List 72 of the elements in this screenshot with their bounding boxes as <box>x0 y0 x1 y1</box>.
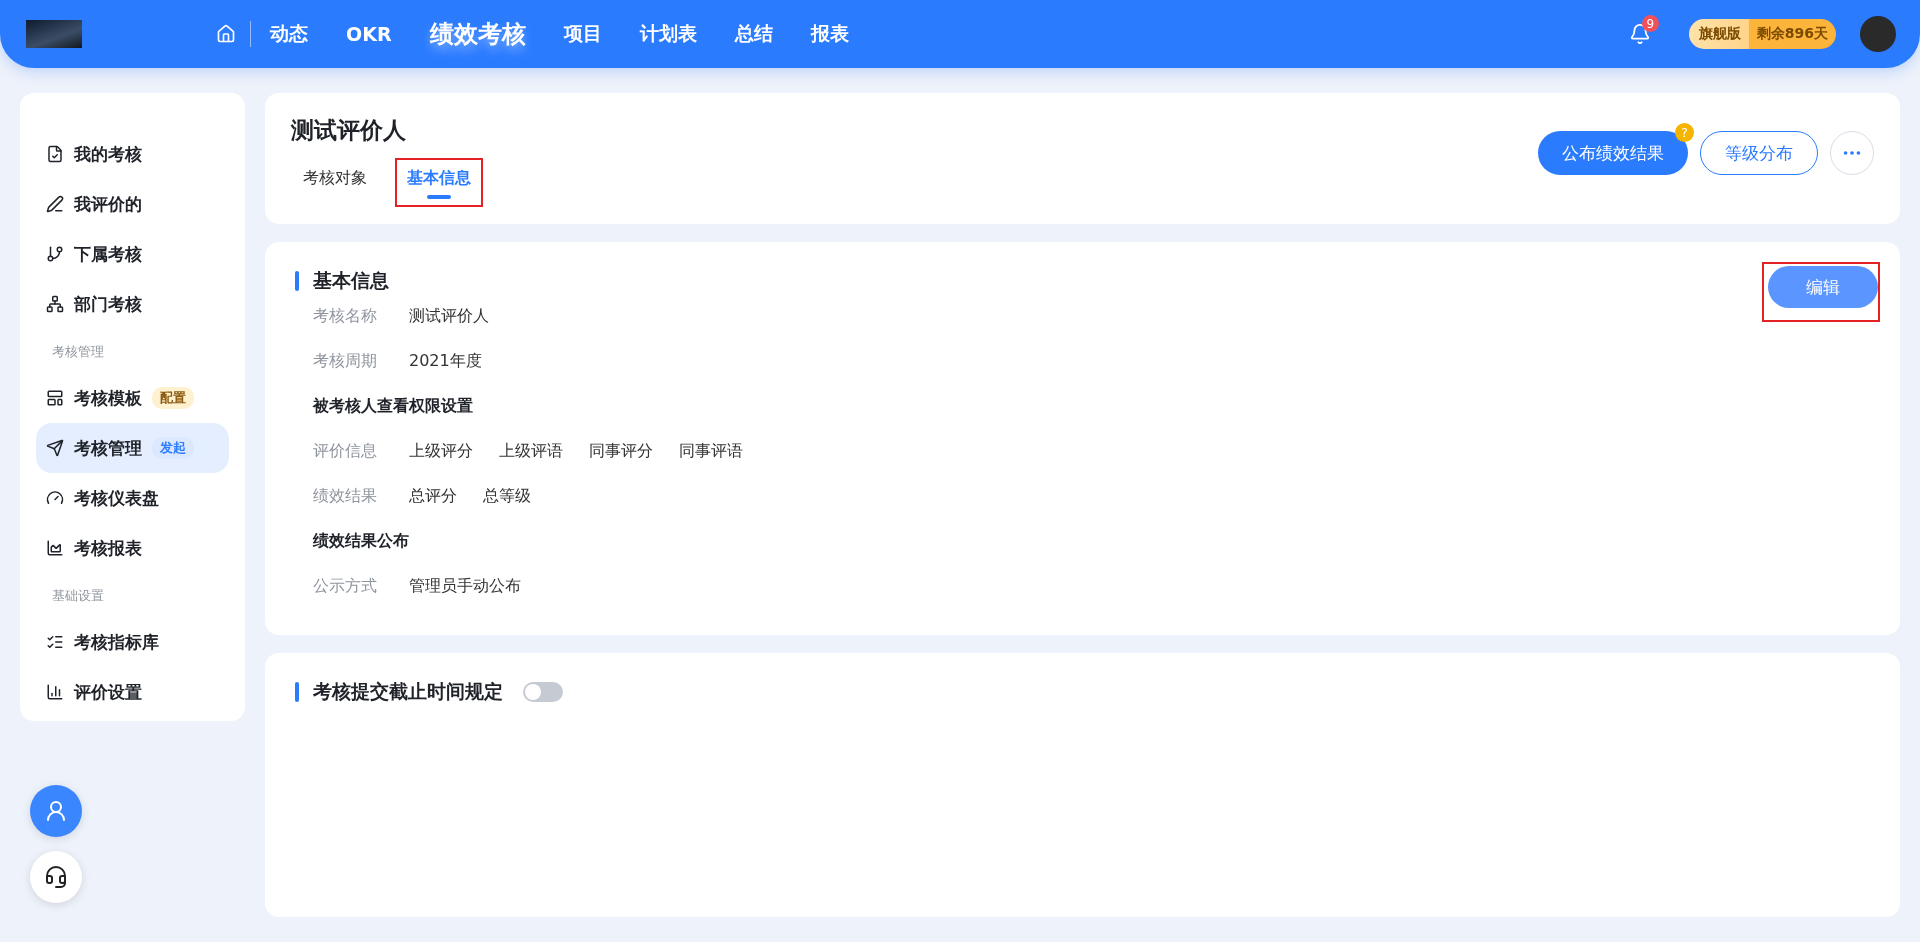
subsection-title: 绩效结果公布 <box>313 530 410 552</box>
sidebar-item-label: 我评价的 <box>74 192 142 216</box>
nav-item[interactable]: 计划表 <box>620 21 716 47</box>
headset-icon[interactable] <box>30 851 82 903</box>
user-icon[interactable] <box>30 785 82 837</box>
sidebar-item-label: 考核指标库 <box>74 630 159 654</box>
sidebar-item[interactable]: 我评价的 <box>36 179 229 229</box>
edition-label: 旗舰版 <box>1688 19 1749 49</box>
field-value: 同事评分 <box>589 441 653 462</box>
field-label: 考核周期 <box>313 351 378 372</box>
sidebar-item-label: 考核仪表盘 <box>74 486 159 510</box>
tag: 发起 <box>152 437 194 459</box>
bar-chart-icon <box>46 683 64 701</box>
sidebar-item[interactable]: 考核模板 配置 <box>36 373 229 423</box>
sidebar-item[interactable]: 考核仪表盘 <box>36 473 229 523</box>
field-value: 总等级 <box>483 486 531 507</box>
toggle-switch[interactable] <box>523 682 563 702</box>
nav-item[interactable]: 总结 <box>715 21 792 47</box>
avatar[interactable] <box>1860 16 1896 52</box>
sidebar-item[interactable]: 评价设置 <box>36 667 229 717</box>
sidebar-heading: 考核管理 <box>51 343 105 361</box>
home-icon[interactable] <box>216 21 251 47</box>
nav-item[interactable]: 绩效考核 <box>410 18 545 50</box>
sidebar-item[interactable]: 考核报表 <box>36 523 229 573</box>
sidebar-heading: 基础设置 <box>51 587 105 605</box>
sidebar-item-label: 下属考核 <box>74 242 142 266</box>
field-value: 总评分 <box>409 486 457 507</box>
field-label: 考核名称 <box>313 306 378 327</box>
field-value: 测试评价人 <box>409 306 489 327</box>
document-check-icon <box>46 145 64 163</box>
layout-icon <box>46 389 64 407</box>
tag: 配置 <box>152 387 194 409</box>
tab[interactable]: 基本信息 <box>407 168 471 205</box>
page-title: 测试评价人 <box>291 116 407 145</box>
help-badge: ? <box>1675 123 1694 142</box>
field-value: 管理员手动公布 <box>409 576 521 597</box>
field-label: 评价信息 <box>313 441 378 462</box>
sidebar-item[interactable]: 部门考核 <box>36 279 229 329</box>
sidebar-item-label: 考核报表 <box>74 536 142 560</box>
sidebar-item[interactable]: 下属考核 <box>36 229 229 279</box>
paper-plane-icon <box>46 439 64 457</box>
sidebar-item-label: 评价设置 <box>74 680 142 704</box>
sidebar-item-label: 考核管理 <box>74 436 142 460</box>
nav-item[interactable]: 报表 <box>791 21 868 47</box>
sidebar-item[interactable]: 我的考核 <box>36 129 229 179</box>
sidebar-item[interactable]: 考核管理 发起 <box>36 423 229 473</box>
hierarchy-icon <box>46 295 64 313</box>
field-label: 绩效结果 <box>313 486 378 507</box>
field-value: 上级评语 <box>499 441 563 462</box>
sidebar-item-label: 部门考核 <box>74 292 142 316</box>
field-value: 2021年度 <box>409 351 482 372</box>
tab[interactable]: 考核对象 <box>303 168 367 205</box>
section-title: 考核提交截止时间规定 <box>313 679 503 704</box>
pencil-icon <box>46 195 64 213</box>
sidebar-item-label: 我的考核 <box>74 142 142 166</box>
sidebar-item[interactable]: 考核指标库 <box>36 617 229 667</box>
photo-placeholder <box>26 20 82 48</box>
distribution-button[interactable]: 等级分布 <box>1700 131 1818 175</box>
field-value: 同事评语 <box>679 441 743 462</box>
nav-item[interactable]: 项目 <box>544 21 621 47</box>
subsection-title: 被考核人查看权限设置 <box>313 395 474 417</box>
notification-count: 9 <box>1641 15 1659 32</box>
chart-icon <box>46 539 64 557</box>
field-label: 公示方式 <box>313 576 378 597</box>
nav-item[interactable]: 动态 <box>251 21 327 47</box>
branch-icon <box>46 245 64 263</box>
gauge-icon <box>46 489 64 507</box>
nav-item[interactable]: OKR <box>327 23 411 45</box>
field-value: 上级评分 <box>409 441 473 462</box>
list-icon <box>46 633 64 651</box>
sidebar-item-label: 考核模板 <box>74 386 142 410</box>
remaining-days: 剩余896天 <box>1748 19 1836 49</box>
